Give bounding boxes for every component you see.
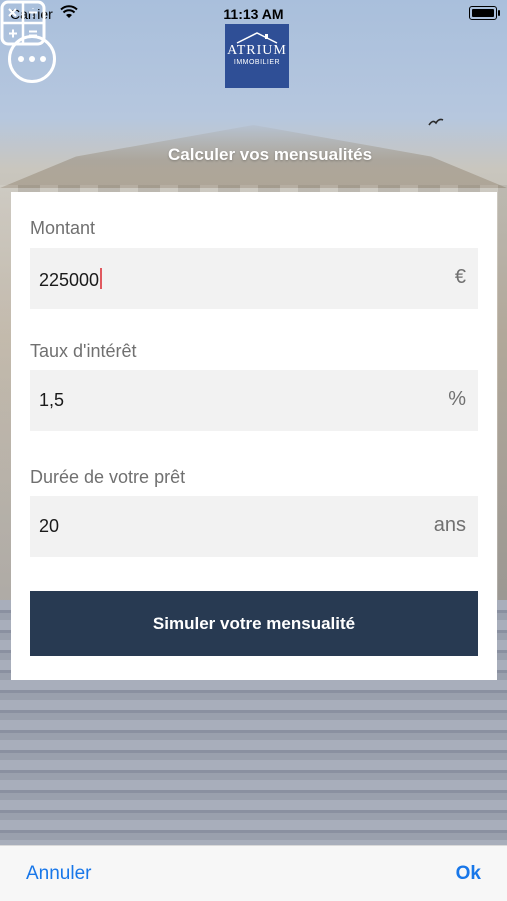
loan-simulator-card: Montant 225000 € Taux d'intérêt 1,5 % Du…	[11, 192, 497, 680]
rate-unit: %	[448, 388, 466, 410]
duration-value[interactable]: 20	[39, 516, 59, 537]
ok-button[interactable]: Ok	[456, 863, 481, 885]
logo-subtitle: IMMOBILIER	[233, 59, 281, 66]
amount-unit: €	[454, 266, 466, 288]
duration-field[interactable]: 20 ans	[30, 496, 478, 557]
house-roof-icon	[236, 32, 278, 44]
keyboard-toolbar: Annuler Ok	[0, 845, 507, 901]
amount-label: Montant	[30, 218, 96, 238]
more-icon-dot	[29, 56, 35, 62]
rate-label: Taux d'intérêt	[30, 341, 137, 361]
rate-value[interactable]: 1,5	[39, 390, 64, 411]
bird-icon	[428, 118, 444, 126]
text-caret	[100, 268, 103, 289]
more-icon	[18, 56, 24, 62]
section-title: Calculer vos mensualités	[168, 145, 373, 164]
brand-logo: ATRIUM IMMOBILIER	[225, 24, 289, 88]
status-time: 11:13 AM	[223, 6, 284, 22]
duration-label: Durée de votre prêt	[30, 467, 186, 487]
logo-name: ATRIUM	[227, 43, 287, 58]
amount-value[interactable]: 225000	[39, 268, 103, 291]
amount-field[interactable]: 225000 €	[30, 248, 478, 309]
amount-value-text: 225000	[39, 270, 100, 290]
duration-unit: ans	[433, 514, 466, 536]
calculator-icon	[0, 0, 46, 46]
rate-field[interactable]: 1,5 %	[30, 370, 478, 431]
cancel-button[interactable]: Annuler	[26, 863, 92, 885]
simulate-button[interactable]: Simuler votre mensualité	[30, 591, 478, 656]
more-icon-dot	[40, 56, 46, 62]
battery-icon	[469, 6, 500, 20]
